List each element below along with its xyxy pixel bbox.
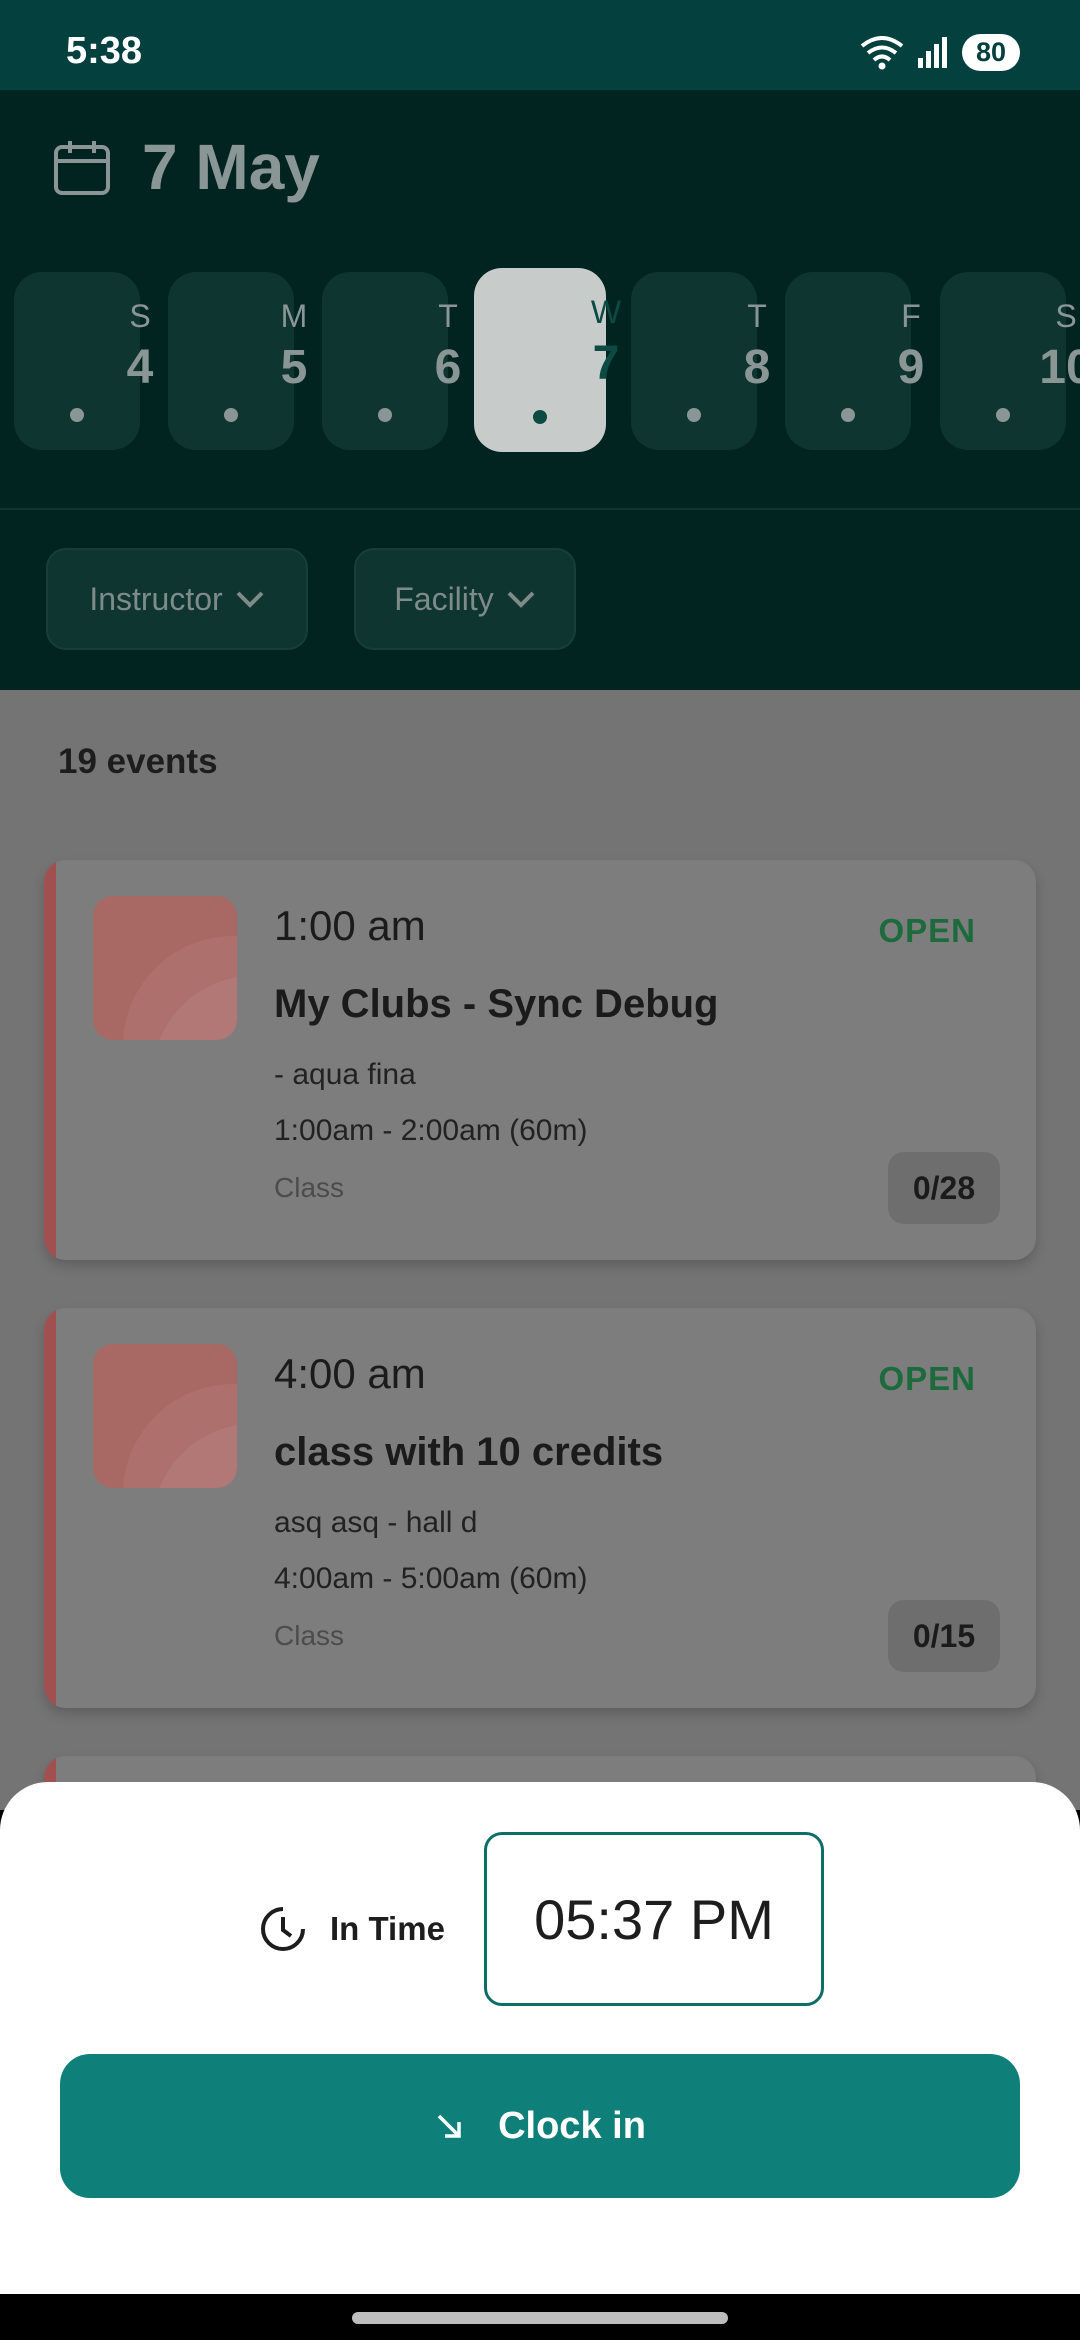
event-time-range: 1:00am - 2:00am (60m) xyxy=(274,1114,588,1147)
event-thumbnail xyxy=(93,896,237,1040)
clock-in-sheet: In Time 05:37 PM Clock in xyxy=(0,1782,1080,2294)
event-dot xyxy=(70,408,84,422)
status-time: 5:38 xyxy=(66,30,143,72)
events-count: 19 events xyxy=(58,742,218,781)
event-card[interactable]: 1:00 am OPEN My Clubs - Sync Debug - aqu… xyxy=(44,860,1036,1260)
system-nav-bar xyxy=(0,2294,1080,2340)
event-dot xyxy=(224,408,238,422)
event-time: 4:00 am xyxy=(274,1350,426,1397)
day-wed-7-selected[interactable]: W 7 xyxy=(474,268,621,452)
signal-icon xyxy=(917,36,947,68)
event-type: Class xyxy=(274,1172,345,1203)
day-sun-4[interactable]: S 4 xyxy=(14,272,153,450)
event-location: - aqua fina xyxy=(274,1058,416,1091)
clock-history-icon xyxy=(261,1907,305,1951)
event-dot xyxy=(378,408,392,422)
event-location: asq asq - hall d xyxy=(274,1506,478,1539)
facility-filter[interactable]: Facility xyxy=(354,548,576,650)
event-title: class with 10 credits xyxy=(274,1430,664,1474)
instructor-filter-label: Instructor xyxy=(89,580,223,617)
date-title: 7 May xyxy=(142,131,320,203)
event-thumbnail xyxy=(93,1344,237,1488)
day-tue-6[interactable]: T 6 xyxy=(322,272,461,450)
in-time-field[interactable]: 05:37 PM xyxy=(484,1832,824,2006)
card-accent xyxy=(44,1308,56,1708)
header-divider xyxy=(0,508,1080,510)
clock-in-label: Clock in xyxy=(498,2104,646,2147)
event-time-range: 4:00am - 5:00am (60m) xyxy=(274,1562,588,1595)
event-type: Class xyxy=(274,1620,345,1651)
event-card[interactable]: 4:00 am OPEN class with 10 credits asq a… xyxy=(44,1308,1036,1708)
event-title: My Clubs - Sync Debug xyxy=(274,982,719,1026)
wifi-icon xyxy=(860,35,904,69)
facility-filter-label: Facility xyxy=(394,580,494,617)
battery-indicator: 80 xyxy=(961,34,1020,71)
event-dot xyxy=(533,410,547,424)
event-capacity: 0/28 xyxy=(888,1152,1000,1224)
event-time: 1:00 am xyxy=(274,902,426,949)
date-picker-row[interactable]: 7 May xyxy=(52,130,320,204)
event-status: OPEN xyxy=(878,912,976,949)
event-dot xyxy=(687,408,701,422)
status-icons: 80 xyxy=(860,34,1020,71)
home-indicator[interactable] xyxy=(352,2312,728,2324)
day-number: 10 xyxy=(1039,341,1080,394)
clock-in-button[interactable]: Clock in xyxy=(60,2054,1020,2198)
chevron-down-icon xyxy=(507,591,535,608)
event-capacity: 0/15 xyxy=(888,1600,1000,1672)
status-bar: 5:38 80 xyxy=(0,0,1080,90)
day-fri-9[interactable]: F 9 xyxy=(785,272,924,450)
chevron-down-icon xyxy=(236,591,264,608)
calendar-icon[interactable] xyxy=(52,137,112,197)
instructor-filter[interactable]: Instructor xyxy=(46,548,308,650)
in-time-label: In Time xyxy=(330,1910,445,1947)
event-list: 19 events 1:00 am OPEN My Clubs - Sync D… xyxy=(0,690,1080,2156)
event-dot xyxy=(996,408,1010,422)
arrow-down-right-icon xyxy=(437,2114,461,2138)
event-dot xyxy=(841,408,855,422)
event-status: OPEN xyxy=(878,1360,976,1397)
in-time-label-group: In Time xyxy=(258,1904,445,1954)
day-mon-5[interactable]: M 5 xyxy=(168,272,307,450)
day-sat-10[interactable]: S 10 xyxy=(940,272,1080,450)
calendar-header: 7 May S 4 M 5 T 6 W 7 T 8 F 9 S 10 Instr… xyxy=(0,90,1080,690)
day-letter: S xyxy=(1055,298,1077,334)
day-thu-8[interactable]: T 8 xyxy=(631,272,770,450)
card-accent xyxy=(44,860,56,1260)
